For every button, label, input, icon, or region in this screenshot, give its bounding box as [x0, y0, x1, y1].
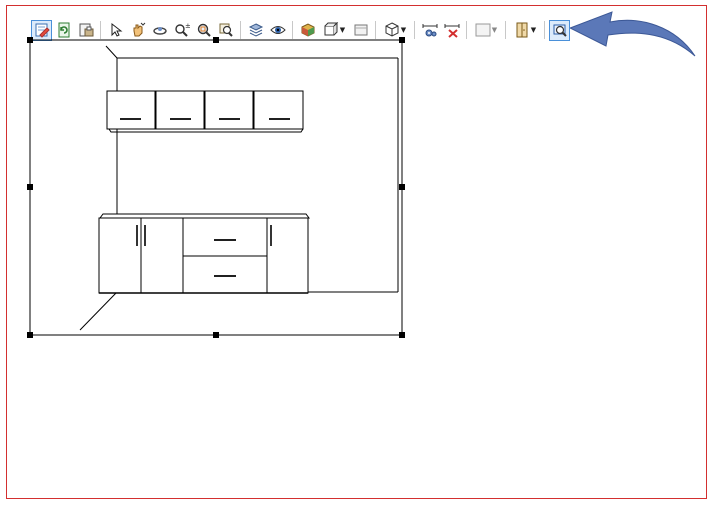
resize-handle	[213, 332, 219, 338]
resize-handle	[399, 184, 405, 190]
annotation-arrow	[568, 8, 700, 60]
resize-handle	[213, 37, 219, 43]
resize-handle	[27, 184, 33, 190]
floor-line	[79, 291, 118, 331]
resize-handle	[27, 37, 33, 43]
resize-handle	[399, 332, 405, 338]
wall-cabinets	[106, 90, 304, 133]
resize-handle	[399, 37, 405, 43]
drawing-canvas	[27, 37, 405, 338]
curved-arrow-icon	[568, 11, 696, 57]
base-cabinets	[98, 213, 310, 294]
kitchen-elevation-drawing[interactable]	[0, 0, 714, 508]
wall-line	[105, 45, 118, 59]
resize-handle	[27, 332, 33, 338]
